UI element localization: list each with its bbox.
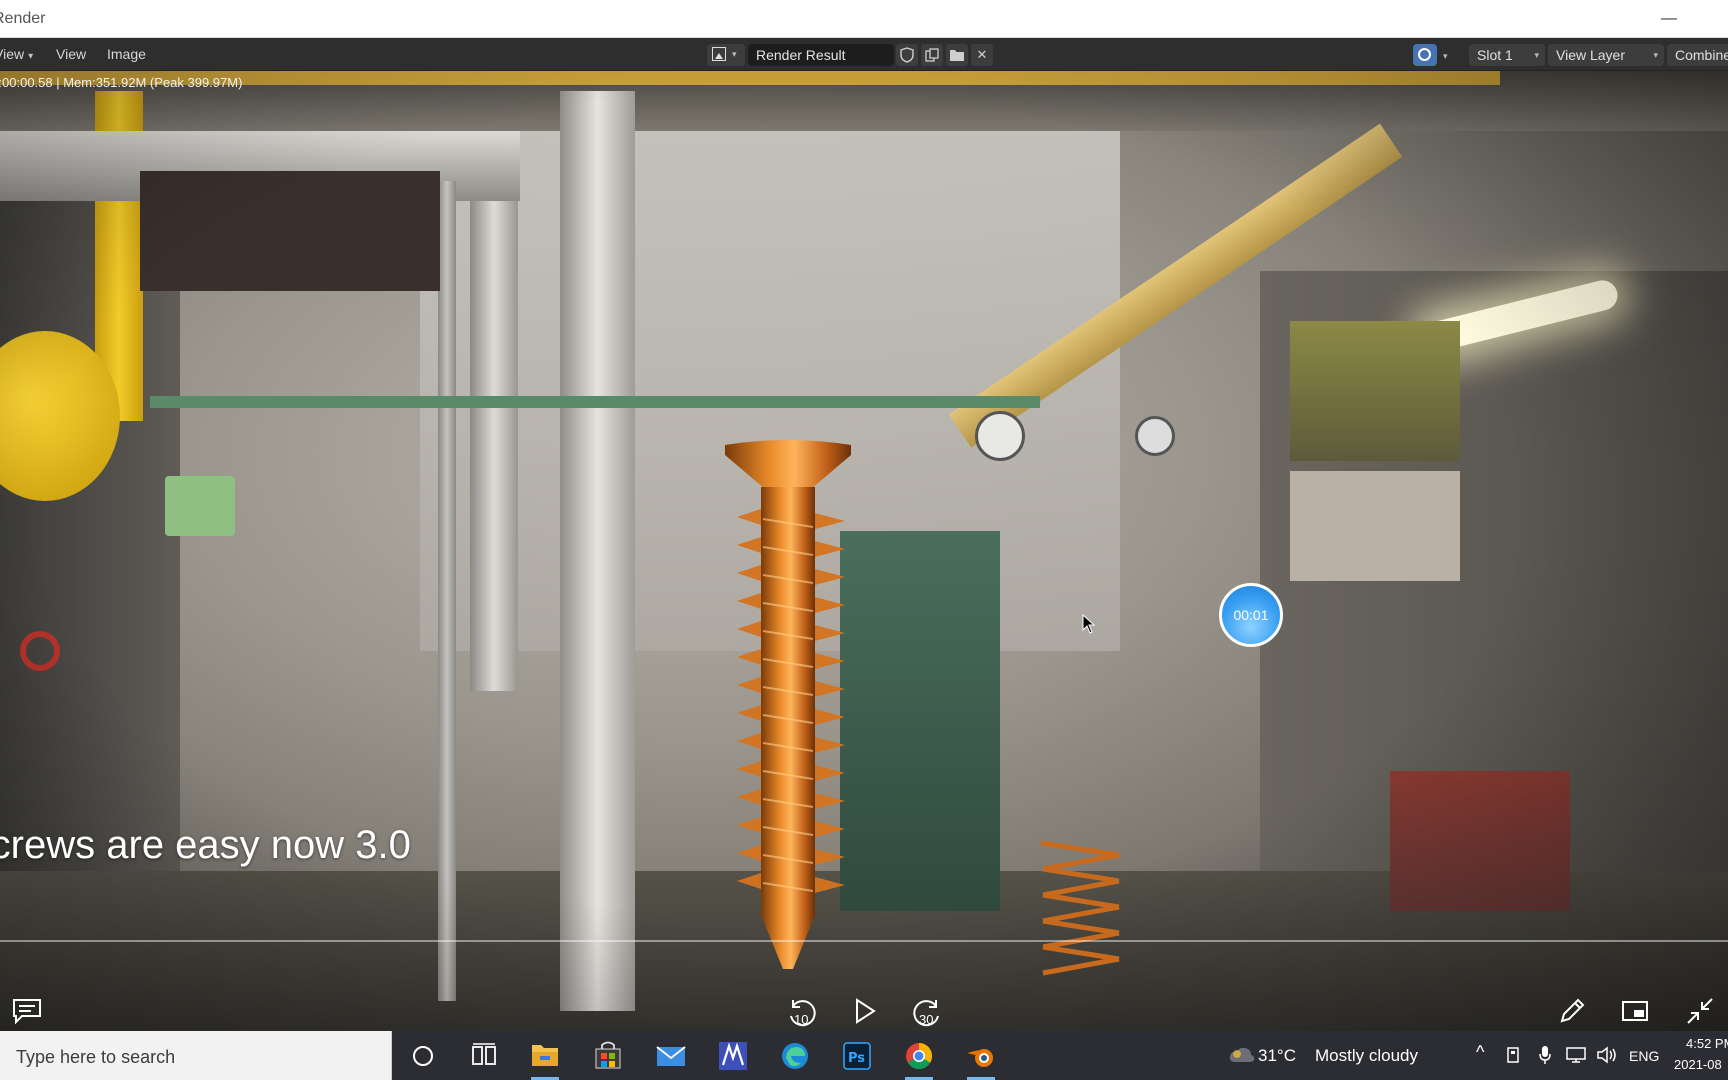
- skip-back-button[interactable]: 10: [785, 996, 819, 1030]
- svg-text:Ps: Ps: [848, 1051, 865, 1066]
- new-image-icon[interactable]: [921, 44, 943, 66]
- mail-app[interactable]: [643, 1031, 699, 1080]
- image-name-field[interactable]: Render Result: [748, 44, 894, 66]
- slot-dropdown[interactable]: Slot 1 ▾: [1469, 44, 1545, 66]
- mouse-cursor-icon: [1082, 613, 1096, 639]
- device-icon[interactable]: [1505, 1046, 1521, 1069]
- overlay-toggle-button[interactable]: [1413, 44, 1437, 66]
- view-layer-label: View Layer: [1556, 47, 1626, 63]
- cortana-circle-icon: [413, 1046, 433, 1066]
- picture-in-picture-icon: [1622, 1001, 1648, 1021]
- task-view-button[interactable]: [456, 1031, 512, 1080]
- weather-condition: Mostly cloudy: [1315, 1046, 1418, 1065]
- volume-icon[interactable]: [1596, 1046, 1618, 1069]
- show-hidden-icons-chevron-icon[interactable]: ^: [1476, 1042, 1484, 1063]
- overlay-icon: [1418, 48, 1431, 61]
- chevron-down-icon: ▾: [28, 51, 34, 62]
- image-editor-header: View▾ View Image ▾ Render Result ✕: [0, 38, 1728, 71]
- chevron-down-icon: ▾: [1534, 50, 1539, 60]
- edit-button[interactable]: [1558, 997, 1586, 1030]
- copper-spring: [1035, 835, 1125, 985]
- seek-bar[interactable]: [0, 940, 1728, 942]
- search-input[interactable]: [14, 1043, 378, 1071]
- pencil-icon: [1560, 998, 1585, 1023]
- input-language[interactable]: ENG: [1629, 1048, 1659, 1064]
- weather-temp: 31°C: [1258, 1046, 1296, 1065]
- play-button[interactable]: [853, 998, 877, 1029]
- mail-icon: [656, 1046, 686, 1066]
- microphone-icon[interactable]: [1538, 1045, 1552, 1070]
- chevron-down-icon: ▾: [1653, 50, 1658, 60]
- blender-icon: [967, 1049, 993, 1067]
- clock-time[interactable]: 4:52 PM: [1686, 1036, 1728, 1051]
- clock-date[interactable]: 2021-08: [1674, 1057, 1722, 1072]
- cloud-icon: [1229, 1047, 1255, 1062]
- unlink-close-icon[interactable]: ✕: [971, 44, 993, 66]
- skip-forward-label: 30: [919, 1012, 934, 1027]
- video-title: Screws are easy now 3.0: [0, 823, 411, 867]
- render-viewport[interactable]: [0, 71, 1728, 1031]
- recording-timer[interactable]: 00:01: [1219, 583, 1283, 647]
- file-explorer-app[interactable]: [517, 1031, 573, 1080]
- render-stats: Time:00:00.58 | Mem:351.92M (Peak 399.97…: [0, 75, 243, 90]
- menu-view[interactable]: View: [56, 46, 86, 62]
- view-layer-dropdown[interactable]: View Layer ▾: [1548, 44, 1664, 66]
- exit-fullscreen-button[interactable]: [1686, 997, 1714, 1030]
- chevron-down-icon: ▾: [732, 49, 737, 59]
- open-folder-icon[interactable]: [946, 44, 968, 66]
- exit-fullscreen-icon: [1687, 998, 1713, 1024]
- image-browse-button[interactable]: ▾: [707, 44, 745, 66]
- slot-label: Slot 1: [1477, 47, 1513, 63]
- app-m-launcher[interactable]: [705, 1031, 761, 1080]
- view-menu-label: View: [0, 46, 25, 62]
- chevron-down-icon[interactable]: ▾: [1443, 51, 1448, 62]
- store-app[interactable]: [580, 1031, 636, 1080]
- task-view-icon: [472, 1043, 496, 1065]
- skip-forward-button[interactable]: 30: [910, 996, 944, 1030]
- edge-browser[interactable]: [767, 1031, 823, 1080]
- photoshop-app[interactable]: Ps: [829, 1031, 885, 1080]
- captions-icon: [13, 999, 41, 1025]
- weather-widget[interactable]: 31°C: [1229, 1046, 1296, 1066]
- window-titlebar: Render —: [0, 0, 1728, 38]
- view-menu-dropdown[interactable]: View▾: [0, 46, 33, 62]
- network-icon[interactable]: [1565, 1046, 1587, 1069]
- screen: Render — View▾ View Image ▾ Render Resul…: [0, 0, 1728, 1080]
- blender-app[interactable]: [953, 1031, 1009, 1080]
- skip-back-label: 10: [794, 1012, 809, 1027]
- pass-dropdown[interactable]: Combined: [1667, 44, 1728, 66]
- cortana-button[interactable]: [395, 1031, 451, 1080]
- copper-screw: [723, 439, 853, 979]
- photoshop-icon: Ps: [843, 1042, 871, 1070]
- folder-icon: [532, 1045, 558, 1066]
- captions-button[interactable]: [12, 998, 42, 1029]
- vignette: [0, 71, 1728, 1031]
- taskbar-search[interactable]: [0, 1031, 392, 1080]
- play-icon: [856, 998, 876, 1024]
- minimize-button[interactable]: —: [1654, 4, 1684, 34]
- chrome-browser[interactable]: [891, 1031, 947, 1080]
- mini-view-button[interactable]: [1621, 1000, 1649, 1027]
- window-title: Render: [0, 10, 46, 27]
- windows-taskbar: Ps: [0, 1031, 1728, 1080]
- app-m-icon: [719, 1042, 747, 1070]
- shopping-bag-icon: [595, 1041, 621, 1069]
- edge-icon: [782, 1043, 808, 1069]
- pass-label: Combined: [1675, 47, 1728, 63]
- image-icon: [712, 47, 726, 61]
- chrome-icon: [906, 1042, 933, 1070]
- menu-image[interactable]: Image: [107, 46, 146, 62]
- fake-user-shield-icon[interactable]: [896, 44, 918, 66]
